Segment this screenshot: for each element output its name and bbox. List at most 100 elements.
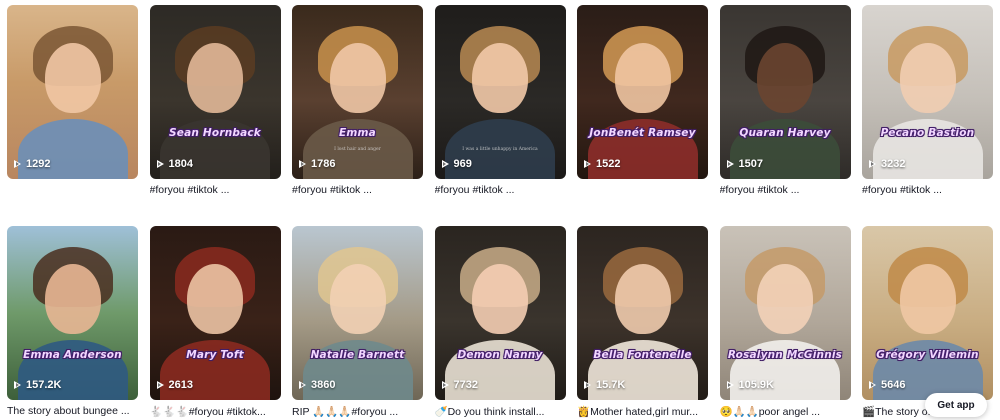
video-card[interactable]: Bella Fontenelle 15.7K 👸Mother hated,girl … bbox=[577, 226, 708, 419]
video-card[interactable]: JonBenét Ramsey 1522 bbox=[577, 5, 708, 198]
overlay-caption: I lost hair and anger bbox=[334, 147, 381, 152]
thumbnail-image bbox=[719, 226, 851, 400]
view-count-value: 15.7K bbox=[596, 379, 626, 391]
play-icon bbox=[14, 159, 21, 168]
thumbnail-figure-face bbox=[757, 264, 813, 335]
overlay-name: Grégory Villemin bbox=[876, 349, 979, 361]
video-thumbnail[interactable]: I was a little unhappy in America 969 bbox=[434, 5, 566, 179]
play-icon bbox=[726, 159, 734, 168]
view-count-value: 1292 bbox=[26, 158, 51, 170]
video-thumbnail[interactable]: Bella Fontenelle 15.7K bbox=[577, 226, 708, 400]
video-thumbnail[interactable]: 1292 bbox=[7, 5, 138, 179]
thumbnail-figure-face bbox=[329, 43, 386, 114]
view-count-value: 3232 bbox=[881, 158, 906, 170]
video-thumbnail[interactable]: Sean Hornback 1804 bbox=[149, 5, 281, 179]
play-icon bbox=[299, 159, 306, 168]
video-grid: 1292 Sean Hornback 1804 #foryou #tiktok ...… bbox=[7, 5, 993, 419]
thumbnail-image bbox=[862, 5, 993, 179]
thumbnail-figure-face bbox=[187, 264, 243, 335]
video-description[interactable]: 🐇🐇🐇#foryou #tiktok... bbox=[150, 405, 281, 419]
overlay-name: Emma bbox=[339, 127, 376, 139]
video-thumbnail[interactable]: Emma Anderson 157.2K bbox=[7, 226, 138, 400]
view-count: 15.7K bbox=[584, 379, 625, 391]
video-description[interactable] bbox=[577, 184, 708, 198]
view-count-value: 1804 bbox=[168, 158, 193, 170]
overlay-name: Rosalynn McGinnis bbox=[727, 349, 843, 361]
view-count: 105.9K bbox=[726, 379, 774, 391]
play-icon bbox=[869, 159, 876, 168]
overlay-name: Quaran Harvey bbox=[739, 127, 831, 139]
view-count-value: 7732 bbox=[453, 379, 478, 391]
video-description[interactable]: 🍼Do you think install... bbox=[435, 405, 566, 419]
thumbnail-figure-face bbox=[472, 43, 528, 114]
video-card[interactable]: Demon Nanny 7732 🍼Do you think install... bbox=[434, 226, 566, 419]
play-icon bbox=[156, 159, 164, 168]
play-icon bbox=[299, 380, 306, 389]
overlay-name: Sean Hornback bbox=[169, 127, 261, 139]
video-description[interactable]: RIP 🙏🏻🙏🏻🙏🏻#foryou ... bbox=[292, 405, 423, 419]
video-card[interactable]: Emma I lost hair and anger 1786 #foryou #ti… bbox=[292, 5, 423, 198]
thumbnail-figure-face bbox=[899, 43, 956, 114]
video-description[interactable] bbox=[7, 184, 138, 198]
video-thumbnail[interactable]: Rosalynn McGinnis 105.9K bbox=[719, 226, 851, 400]
play-icon bbox=[156, 380, 164, 389]
video-card[interactable]: Pecano Bastion 3232 #foryou #tiktok ... bbox=[862, 5, 993, 198]
thumbnail-figure-face bbox=[44, 264, 101, 335]
thumbnail-image bbox=[292, 226, 423, 400]
play-icon bbox=[584, 380, 591, 389]
video-thumbnail[interactable]: Mary Toft 2613 bbox=[149, 226, 281, 400]
thumbnail-image bbox=[577, 5, 708, 179]
video-thumbnail[interactable]: Demon Nanny 7732 bbox=[434, 226, 566, 400]
thumbnail-figure-face bbox=[329, 264, 386, 335]
video-description[interactable]: #foryou #tiktok ... bbox=[292, 184, 423, 198]
video-thumbnail[interactable]: Grégory Villemin 5646 bbox=[862, 226, 993, 400]
video-card[interactable]: Rosalynn McGinnis 105.9K 🥺🙏🏻🙏🏻poor angel .… bbox=[719, 226, 851, 419]
video-description[interactable]: #foryou #tiktok ... bbox=[862, 184, 993, 198]
thumbnail-figure-face bbox=[472, 264, 528, 335]
thumbnail-figure-body bbox=[17, 119, 128, 179]
video-description[interactable]: #foryou #tiktok ... bbox=[435, 184, 566, 198]
view-count-value: 105.9K bbox=[738, 379, 774, 391]
video-card[interactable]: I was a little unhappy in America 969 #for… bbox=[434, 5, 566, 198]
video-thumbnail[interactable]: Natalie Barnett 3860 bbox=[292, 226, 423, 400]
view-count-value: 3860 bbox=[311, 379, 336, 391]
play-icon bbox=[726, 380, 734, 389]
get-app-button[interactable]: Get app bbox=[925, 393, 987, 417]
play-icon bbox=[441, 380, 449, 389]
thumbnail-figure-face bbox=[614, 43, 671, 114]
view-count-value: 2613 bbox=[168, 379, 193, 391]
overlay-name: Natalie Barnett bbox=[310, 349, 405, 361]
video-description[interactable]: 🥺🙏🏻🙏🏻poor angel ... bbox=[720, 405, 851, 419]
thumbnail-image bbox=[862, 226, 993, 400]
video-description[interactable]: #foryou #tiktok ... bbox=[150, 184, 281, 198]
view-count: 3232 bbox=[869, 158, 905, 170]
thumbnail-image bbox=[7, 226, 138, 400]
view-count-value: 1507 bbox=[738, 158, 763, 170]
video-card[interactable]: Mary Toft 2613 🐇🐇🐇#foryou #tiktok... bbox=[149, 226, 281, 419]
video-description[interactable]: The story about bungee ... bbox=[7, 405, 138, 419]
view-count: 1522 bbox=[584, 158, 620, 170]
overlay-name: Emma Anderson bbox=[23, 349, 122, 361]
video-description[interactable]: 👸Mother hated,girl mur... bbox=[577, 405, 708, 419]
thumbnail-figure-face bbox=[614, 264, 671, 335]
thumbnail-image bbox=[149, 226, 281, 400]
video-card[interactable]: Sean Hornback 1804 #foryou #tiktok ... bbox=[149, 5, 281, 198]
play-icon bbox=[441, 159, 449, 168]
video-description[interactable]: #foryou #tiktok ... bbox=[720, 184, 851, 198]
thumbnail-image bbox=[292, 5, 423, 179]
view-count-value: 157.2K bbox=[26, 379, 62, 391]
video-card[interactable]: Natalie Barnett 3860 RIP 🙏🏻🙏🏻🙏🏻#foryou ... bbox=[292, 226, 423, 419]
video-card[interactable]: Emma Anderson 157.2K The story about bunge… bbox=[7, 226, 138, 419]
view-count-value: 1786 bbox=[311, 158, 336, 170]
video-card[interactable]: Grégory Villemin 5646 🎬The story o... bbox=[862, 226, 993, 419]
video-thumbnail[interactable]: Emma I lost hair and anger 1786 bbox=[292, 5, 423, 179]
play-icon bbox=[869, 380, 876, 389]
view-count: 969 bbox=[441, 158, 472, 170]
video-thumbnail[interactable]: Pecano Bastion 3232 bbox=[862, 5, 993, 179]
video-card[interactable]: 1292 bbox=[7, 5, 138, 198]
thumbnail-image bbox=[7, 5, 138, 179]
video-thumbnail[interactable]: Quaran Harvey 1507 bbox=[719, 5, 851, 179]
play-icon bbox=[584, 159, 591, 168]
video-thumbnail[interactable]: JonBenét Ramsey 1522 bbox=[577, 5, 708, 179]
video-card[interactable]: Quaran Harvey 1507 #foryou #tiktok ... bbox=[719, 5, 851, 198]
